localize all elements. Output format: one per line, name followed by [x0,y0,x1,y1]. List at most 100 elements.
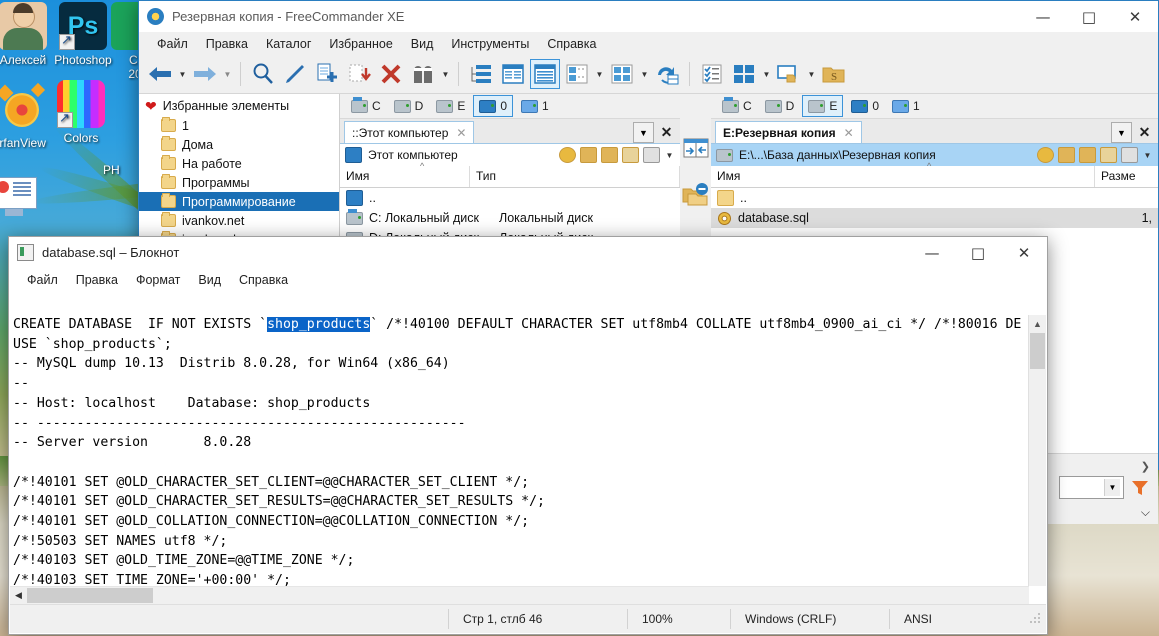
table-row[interactable]: .. [340,188,680,208]
drive-button-d[interactable]: D [389,95,429,117]
forward-dropdown-icon[interactable]: ▼ [222,70,233,79]
delete-icon[interactable] [376,59,406,89]
thumbnails-large-icon[interactable] [607,59,637,89]
menu-format[interactable]: Формат [127,273,189,287]
scroll-up-icon[interactable]: ▲ [1029,315,1046,332]
menu-catalog[interactable]: Каталог [257,37,320,51]
menu-help[interactable]: Справка [538,37,605,51]
copy-down-icon[interactable] [344,59,374,89]
tab-close-icon[interactable]: ✕ [844,126,854,140]
drive-button-0[interactable]: 0 [473,95,514,117]
menu-file[interactable]: Файл [148,37,197,51]
path-dropdown-icon[interactable]: ▼ [1142,151,1153,160]
maximize-button[interactable]: □ [1066,1,1112,32]
maximize-button[interactable]: □ [955,237,1001,268]
drive-button-0[interactable]: 0 [846,95,884,117]
menu-favorites[interactable]: Избранное [320,37,401,51]
up-folder-icon[interactable] [1079,147,1096,163]
back-icon[interactable] [145,59,175,89]
edit-icon[interactable] [280,59,310,89]
filter-combo[interactable]: ▼ [1059,476,1124,499]
root-folder-icon[interactable] [622,147,639,163]
favorites-header[interactable]: ❤ Избранные элементы [139,94,339,116]
table-row[interactable]: database.sql 1, [711,208,1158,228]
column-type[interactable]: Тип [470,166,680,187]
copy-new-icon[interactable] [312,59,342,89]
tab-dropdown-icon[interactable]: ▼ [633,122,654,143]
forward-icon[interactable] [190,59,220,89]
column-name[interactable]: Имя [340,166,470,187]
drive-button-c[interactable]: C [717,95,757,117]
filter-icon[interactable] [1130,478,1150,498]
drive-button-d[interactable]: D [760,95,800,117]
menu-file[interactable]: Файл [18,273,67,287]
close-button[interactable]: ✕ [1001,237,1047,268]
right-tab-backup[interactable]: E:Резервная копия ✕ [715,121,862,143]
table-row[interactable]: .. [711,188,1158,208]
search-icon[interactable] [248,59,278,89]
root-folder-icon[interactable] [1100,147,1117,163]
quad-view-dropdown-icon[interactable]: ▼ [761,70,772,79]
quad-view-icon[interactable] [729,59,759,89]
history-icon[interactable] [559,147,576,163]
thumbnails-icon[interactable] [562,59,592,89]
collapse-chevron-icon[interactable]: ⌵ [1141,505,1150,519]
refresh-icon[interactable] [652,59,682,89]
resize-grip[interactable] [1028,612,1042,626]
favorite-item-doma[interactable]: Дома [139,135,339,154]
up-folder-icon[interactable] [601,147,618,163]
checklist-icon[interactable] [697,59,727,89]
thumbnails-dropdown-icon[interactable]: ▼ [594,70,605,79]
details-view-icon[interactable] [530,59,560,89]
chevron-down-icon[interactable]: ▼ [1104,479,1120,496]
panel-close-icon[interactable]: ✕ [1135,123,1154,142]
desktop-icon-colors[interactable]: Colors [38,80,124,145]
notepad-vertical-scrollbar[interactable]: ▲ [1028,315,1046,586]
scroll-left-icon[interactable]: ◀ [10,590,27,601]
compare-dropdown-icon[interactable]: ▼ [440,70,451,79]
drive-button-e[interactable]: E [802,95,844,117]
list-view-icon[interactable] [498,59,528,89]
menu-view[interactable]: Вид [402,37,443,51]
panel-swap-icon[interactable] [683,136,709,165]
menu-edit[interactable]: Правка [67,273,127,287]
scroll-thumb[interactable] [1030,333,1045,369]
notepad-horizontal-scrollbar[interactable]: ◀ [10,586,1029,604]
path-dropdown-icon[interactable]: ▼ [664,151,675,160]
drive-button-e[interactable]: E [431,95,470,117]
minimize-button[interactable]: — [909,237,955,268]
copy-path-icon[interactable] [1121,147,1138,163]
menu-tools[interactable]: Инструменты [442,37,538,51]
table-row[interactable]: C: Локальный диск Локальный диск [340,208,680,228]
scroll-thumb[interactable] [27,588,153,603]
right-path-bar[interactable]: E:\...\База данных\Резервная копия ▼ [711,144,1158,166]
thumbnails-large-dropdown-icon[interactable]: ▼ [639,70,650,79]
screen-folder-icon[interactable] [774,59,804,89]
tab-dropdown-icon[interactable]: ▼ [1111,122,1132,143]
favorite-item-1[interactable]: 1 [139,116,339,135]
back-dropdown-icon[interactable]: ▼ [177,70,188,79]
folder-minus-icon[interactable] [682,181,710,212]
close-button[interactable]: ✕ [1112,1,1158,32]
column-name[interactable]: Имя [711,166,1094,187]
drive-button-1[interactable]: 1 [516,95,554,117]
menu-help[interactable]: Справка [230,273,297,287]
notepad-text-area[interactable]: CREATE DATABASE IF NOT EXISTS `shop_prod… [10,315,1029,586]
drive-button-c[interactable]: C [346,95,386,117]
copy-path-icon[interactable] [643,147,660,163]
notepad-titlebar[interactable]: database.sql – Блокнот — □ ✕ [9,237,1047,268]
favorites-folder-icon[interactable] [1058,147,1075,163]
menu-edit[interactable]: Правка [197,37,257,51]
freecommander-titlebar[interactable]: Резервная копия - FreeCommander XE — □ ✕ [139,1,1158,32]
drive-button-1[interactable]: 1 [887,95,925,117]
menu-view[interactable]: Вид [189,273,230,287]
favorite-item-na-rabote[interactable]: На работе [139,154,339,173]
minimize-button[interactable]: — [1020,1,1066,32]
favorite-item-ivankov-net[interactable]: ivankov.net [139,211,339,230]
desktop-icon-paint[interactable] [0,175,58,226]
tab-close-icon[interactable]: ✕ [456,126,466,140]
panel-close-icon[interactable]: ✕ [657,123,676,142]
column-size[interactable]: Разме [1094,166,1158,187]
left-path-bar[interactable]: Этот компьютер ▼ [340,144,680,166]
history-icon[interactable] [1037,147,1054,163]
